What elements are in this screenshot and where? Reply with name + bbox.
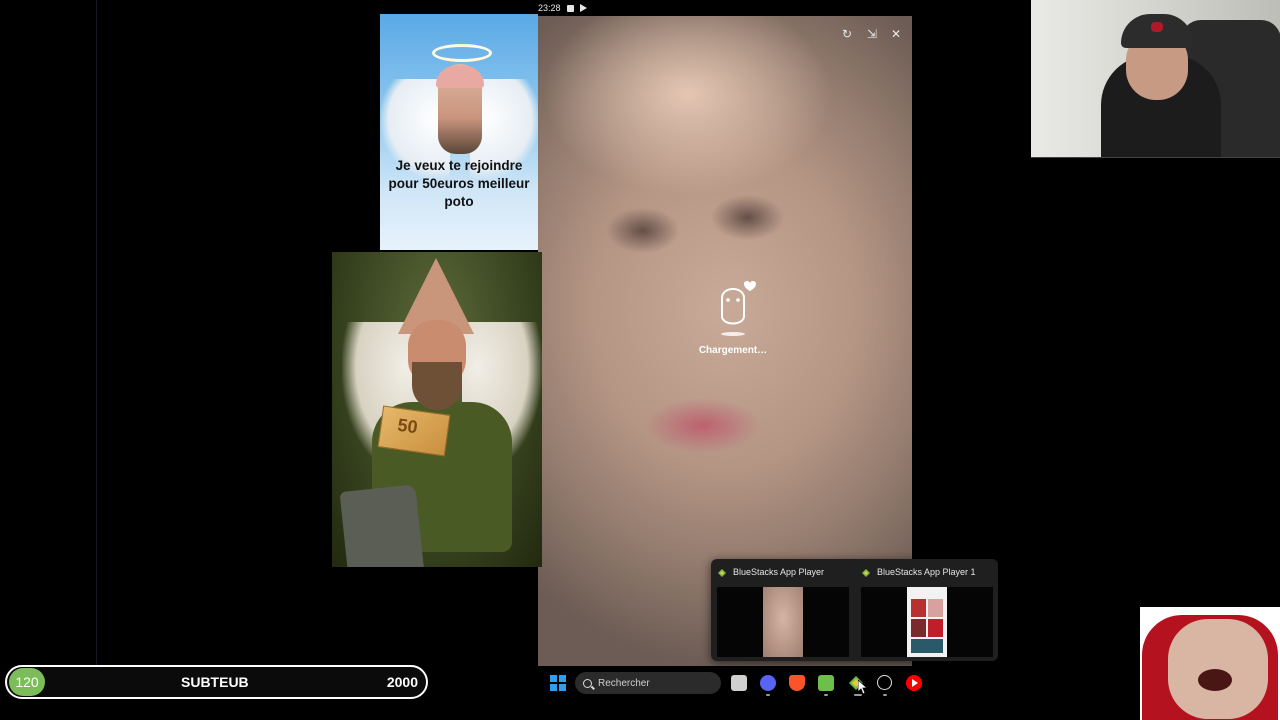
windows-start-icon[interactable] bbox=[550, 675, 566, 691]
minimize-icon[interactable]: ⇲ bbox=[864, 26, 880, 42]
green-app-icon[interactable] bbox=[818, 675, 834, 691]
discord-icon[interactable] bbox=[760, 675, 776, 691]
elf-angel-meme-image: 50 bbox=[332, 252, 542, 567]
sub-goal-label: SUBTEUB bbox=[181, 674, 249, 690]
search-placeholder: Rechercher bbox=[598, 677, 650, 689]
close-icon[interactable]: ✕ bbox=[888, 26, 904, 42]
task-view-icon[interactable] bbox=[731, 675, 747, 691]
mouse-cursor-icon bbox=[858, 680, 868, 694]
left-divider bbox=[96, 0, 97, 665]
guest-webcam bbox=[1140, 607, 1280, 720]
running-indicator bbox=[854, 694, 862, 696]
preview-thumbnail bbox=[861, 587, 993, 657]
sub-goal-bar: 120 SUBTEUB 2000 bbox=[5, 665, 428, 699]
preview-title: BlueStacks App Player bbox=[733, 567, 825, 577]
preview-thumbnail bbox=[717, 587, 849, 657]
halo-icon bbox=[432, 44, 492, 62]
preview-bluestacks-2[interactable]: BlueStacks App Player 1 bbox=[855, 565, 993, 657]
meme-caption: Je veux te rejoindre pour 50euros meille… bbox=[388, 158, 530, 209]
running-indicator bbox=[766, 694, 770, 696]
youtube-icon[interactable] bbox=[906, 675, 922, 691]
taskbar-search-box[interactable]: Rechercher bbox=[575, 672, 721, 694]
sub-goal-count: 120 bbox=[9, 668, 45, 696]
preview-bluestacks-1[interactable]: BlueStacks App Player bbox=[711, 565, 849, 657]
refresh-icon[interactable]: ↻ bbox=[839, 26, 855, 42]
emulator-status-bar: 23:28 bbox=[538, 0, 638, 16]
bulls-logo-icon bbox=[1151, 22, 1163, 32]
obs-icon[interactable] bbox=[877, 675, 892, 690]
taskbar: Rechercher bbox=[430, 670, 1140, 696]
loading-label: Chargement… bbox=[698, 345, 768, 356]
app-mascot-icon bbox=[721, 281, 756, 336]
streamer-webcam bbox=[1031, 0, 1280, 158]
play-store-icon bbox=[579, 4, 587, 12]
brave-icon[interactable] bbox=[789, 675, 805, 691]
angel-meme-image: Je veux te rejoindre pour 50euros meille… bbox=[380, 14, 538, 250]
bluestacks-icon bbox=[718, 569, 726, 577]
notification-square-icon bbox=[566, 4, 574, 12]
running-indicator bbox=[824, 694, 828, 696]
status-time: 23:28 bbox=[538, 3, 561, 13]
sub-goal-target: 2000 bbox=[386, 674, 418, 690]
running-indicator bbox=[883, 694, 887, 696]
loading-indicator: Chargement… bbox=[688, 276, 778, 356]
banknote-value: 50 bbox=[396, 414, 419, 438]
preview-title: BlueStacks App Player 1 bbox=[877, 567, 976, 577]
taskbar-window-preview: BlueStacks App Player BlueStacks App Pla… bbox=[711, 559, 998, 661]
gravestone bbox=[339, 484, 425, 567]
search-icon bbox=[583, 678, 592, 688]
bluestacks-icon bbox=[862, 569, 870, 577]
